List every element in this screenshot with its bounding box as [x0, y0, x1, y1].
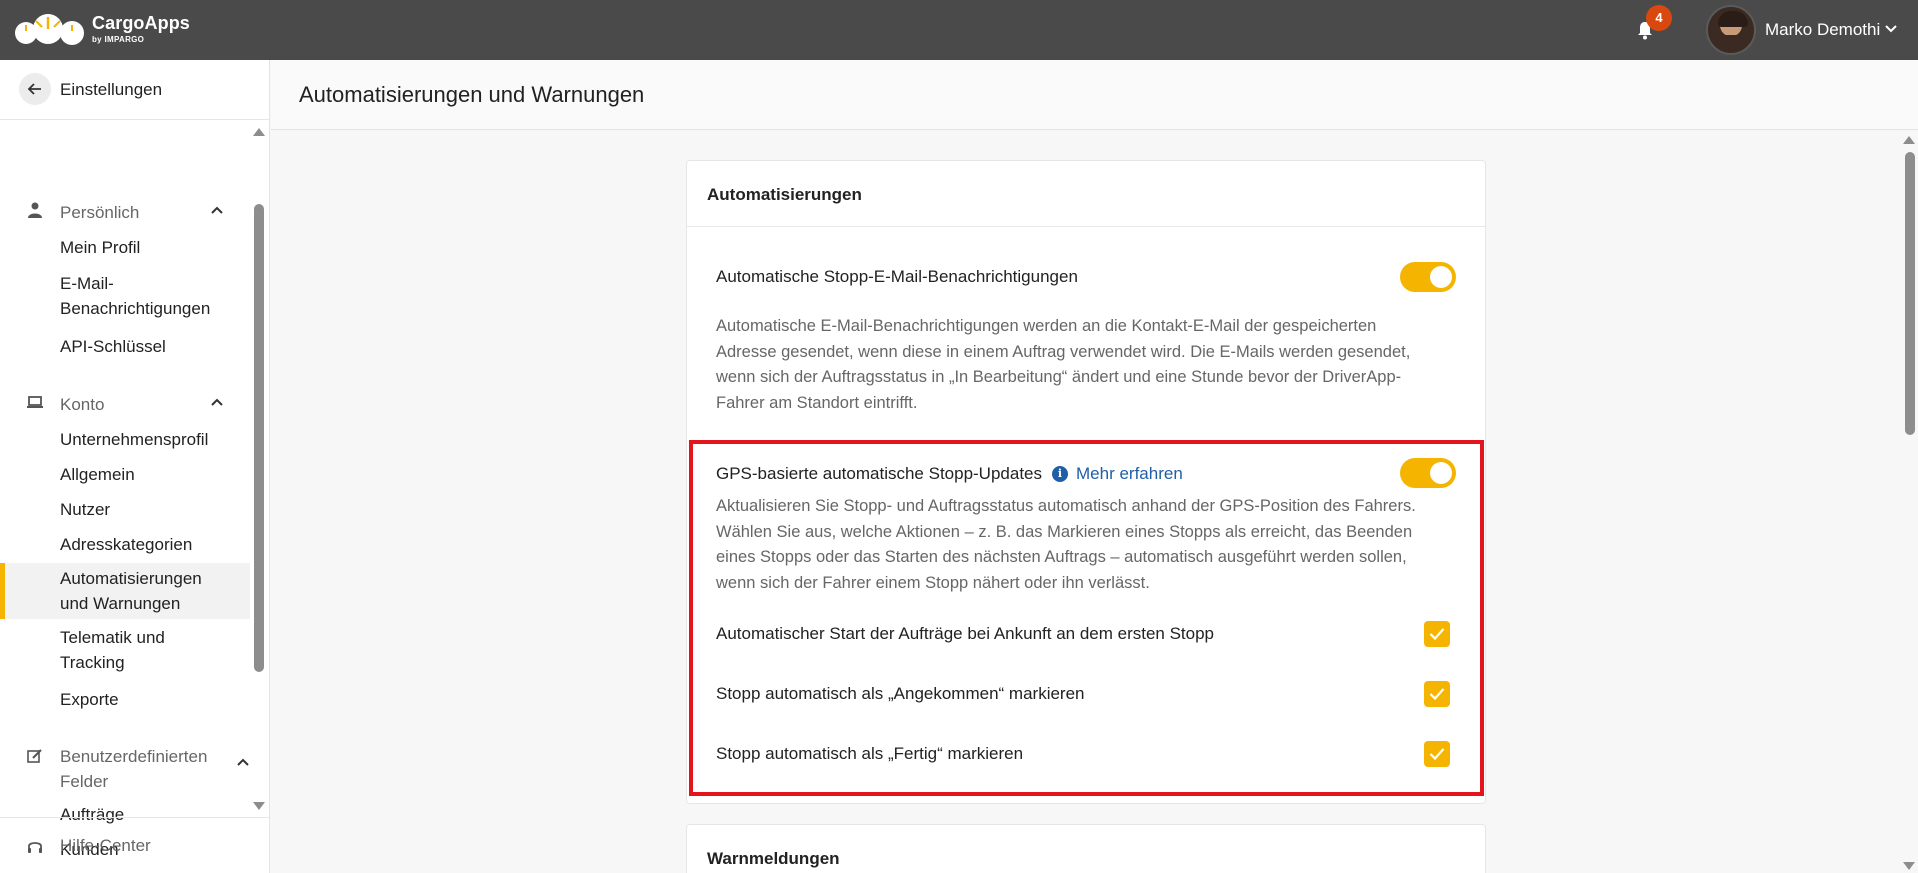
brand-subtitle: by IMPARGO — [92, 35, 145, 44]
sidebar-header: Einstellungen — [0, 60, 269, 120]
learn-more-link[interactable]: Mehr erfahren — [1076, 464, 1183, 484]
email-notifications-description: Automatische E-Mail-Benachrichtigungen w… — [716, 317, 1411, 412]
scroll-down-arrow-icon[interactable] — [1903, 862, 1915, 870]
warnings-card: Warnmeldungen — [686, 824, 1486, 873]
notification-badge: 4 — [1646, 5, 1672, 31]
automations-card: Automatisierungen Automatische Stopp-E-M… — [686, 160, 1486, 804]
gps-updates-description: Aktualisieren Sie Stopp- und Auftragssta… — [716, 497, 1416, 592]
help-center[interactable]: Hilfe-Center — [0, 817, 269, 873]
sidebar-item-email-notifications[interactable]: E-Mail- Benachrichtigungen — [0, 271, 250, 321]
scroll-up-arrow-icon[interactable] — [253, 128, 265, 136]
arrow-left-icon — [27, 83, 41, 95]
user-name[interactable]: Marko Demothi — [1765, 20, 1880, 40]
sidebar-item-automations[interactable]: Automatisierungen und Warnungen — [0, 563, 250, 619]
checkmark-icon — [1429, 748, 1445, 761]
gps-updates-toggle[interactable] — [1400, 458, 1456, 488]
page-header: Automatisierungen und Warnungen — [271, 60, 1918, 130]
sidebar: Einstellungen Persönlich Mein Profil E-M… — [0, 60, 270, 873]
sidebar-item-my-profile[interactable]: Mein Profil — [0, 235, 250, 260]
chevron-up-icon — [237, 758, 249, 766]
sidebar-item-api-keys[interactable]: API-Schlüssel — [0, 334, 250, 359]
sidebar-item-address-categories[interactable]: Adresskategorien — [0, 532, 250, 557]
cargoapps-logo[interactable] — [14, 9, 90, 49]
section-label-custom-fields: Benutzerdefinierten Felder — [60, 747, 208, 791]
sidebar-item-users[interactable]: Nutzer — [0, 497, 250, 522]
sidebar-scroll-thumb[interactable] — [254, 204, 264, 672]
laptop-icon — [27, 396, 43, 408]
option-auto-start-checkbox[interactable] — [1424, 621, 1450, 647]
chevron-up-icon — [211, 206, 223, 214]
automations-card-header: Automatisierungen — [687, 161, 1485, 227]
automations-card-title: Automatisierungen — [707, 185, 862, 204]
back-button[interactable] — [19, 73, 51, 105]
checkmark-icon — [1429, 628, 1445, 641]
brand: CargoApps by IMPARGO — [92, 13, 190, 44]
section-label-account: Konto — [60, 395, 105, 414]
person-icon — [28, 202, 42, 218]
avatar[interactable] — [1706, 5, 1756, 55]
page-title: Automatisierungen und Warnungen — [299, 82, 645, 107]
section-header-custom-fields[interactable]: Benutzerdefinierten Felder — [0, 739, 252, 791]
help-center-label: Hilfe-Center — [60, 836, 151, 855]
option-auto-start-label: Automatischer Start der Aufträge bei Ank… — [716, 624, 1215, 643]
section-header-account[interactable]: Konto — [0, 387, 252, 417]
info-icon[interactable]: i — [1052, 466, 1068, 482]
top-bar: CargoApps by IMPARGO 4 Marko Demothi — [0, 0, 1918, 60]
main-scroll-thumb[interactable] — [1905, 152, 1915, 435]
gps-updates-label: GPS-basierte automatische Stopp-Updates — [716, 464, 1043, 483]
chevron-up-icon — [211, 398, 223, 406]
section-header-personal[interactable]: Persönlich — [0, 195, 252, 225]
edit-icon — [27, 749, 42, 763]
checkmark-icon — [1429, 688, 1445, 701]
scroll-up-arrow-icon[interactable] — [1903, 136, 1915, 144]
option-arrived-label: Stopp automatisch als „Angekommen“ marki… — [716, 684, 1085, 703]
sidebar-item-telematics[interactable]: Telematik und Tracking — [0, 625, 250, 675]
sidebar-nav: Persönlich Mein Profil E-Mail- Benachric… — [0, 122, 252, 873]
section-label-personal: Persönlich — [60, 203, 140, 222]
sidebar-item-general[interactable]: Allgemein — [0, 462, 250, 487]
sidebar-item-company-profile[interactable]: Unternehmensprofil — [0, 427, 250, 452]
sidebar-item-exports[interactable]: Exporte — [0, 687, 250, 712]
scroll-down-arrow-icon[interactable] — [253, 802, 265, 810]
chevron-down-icon[interactable] — [1884, 22, 1898, 36]
option-arrived-checkbox[interactable] — [1424, 681, 1450, 707]
email-notifications-label: Automatische Stopp-E-Mail-Benachrichtigu… — [716, 267, 1078, 286]
back-label: Einstellungen — [60, 80, 163, 99]
option-finished-checkbox[interactable] — [1424, 741, 1450, 767]
email-notifications-toggle[interactable] — [1400, 262, 1456, 292]
option-finished-label: Stopp automatisch als „Fertig“ markieren — [716, 744, 1024, 763]
headset-icon — [28, 842, 42, 853]
warnings-card-title: Warnmeldungen — [707, 849, 840, 868]
brand-title: CargoApps — [92, 13, 190, 33]
